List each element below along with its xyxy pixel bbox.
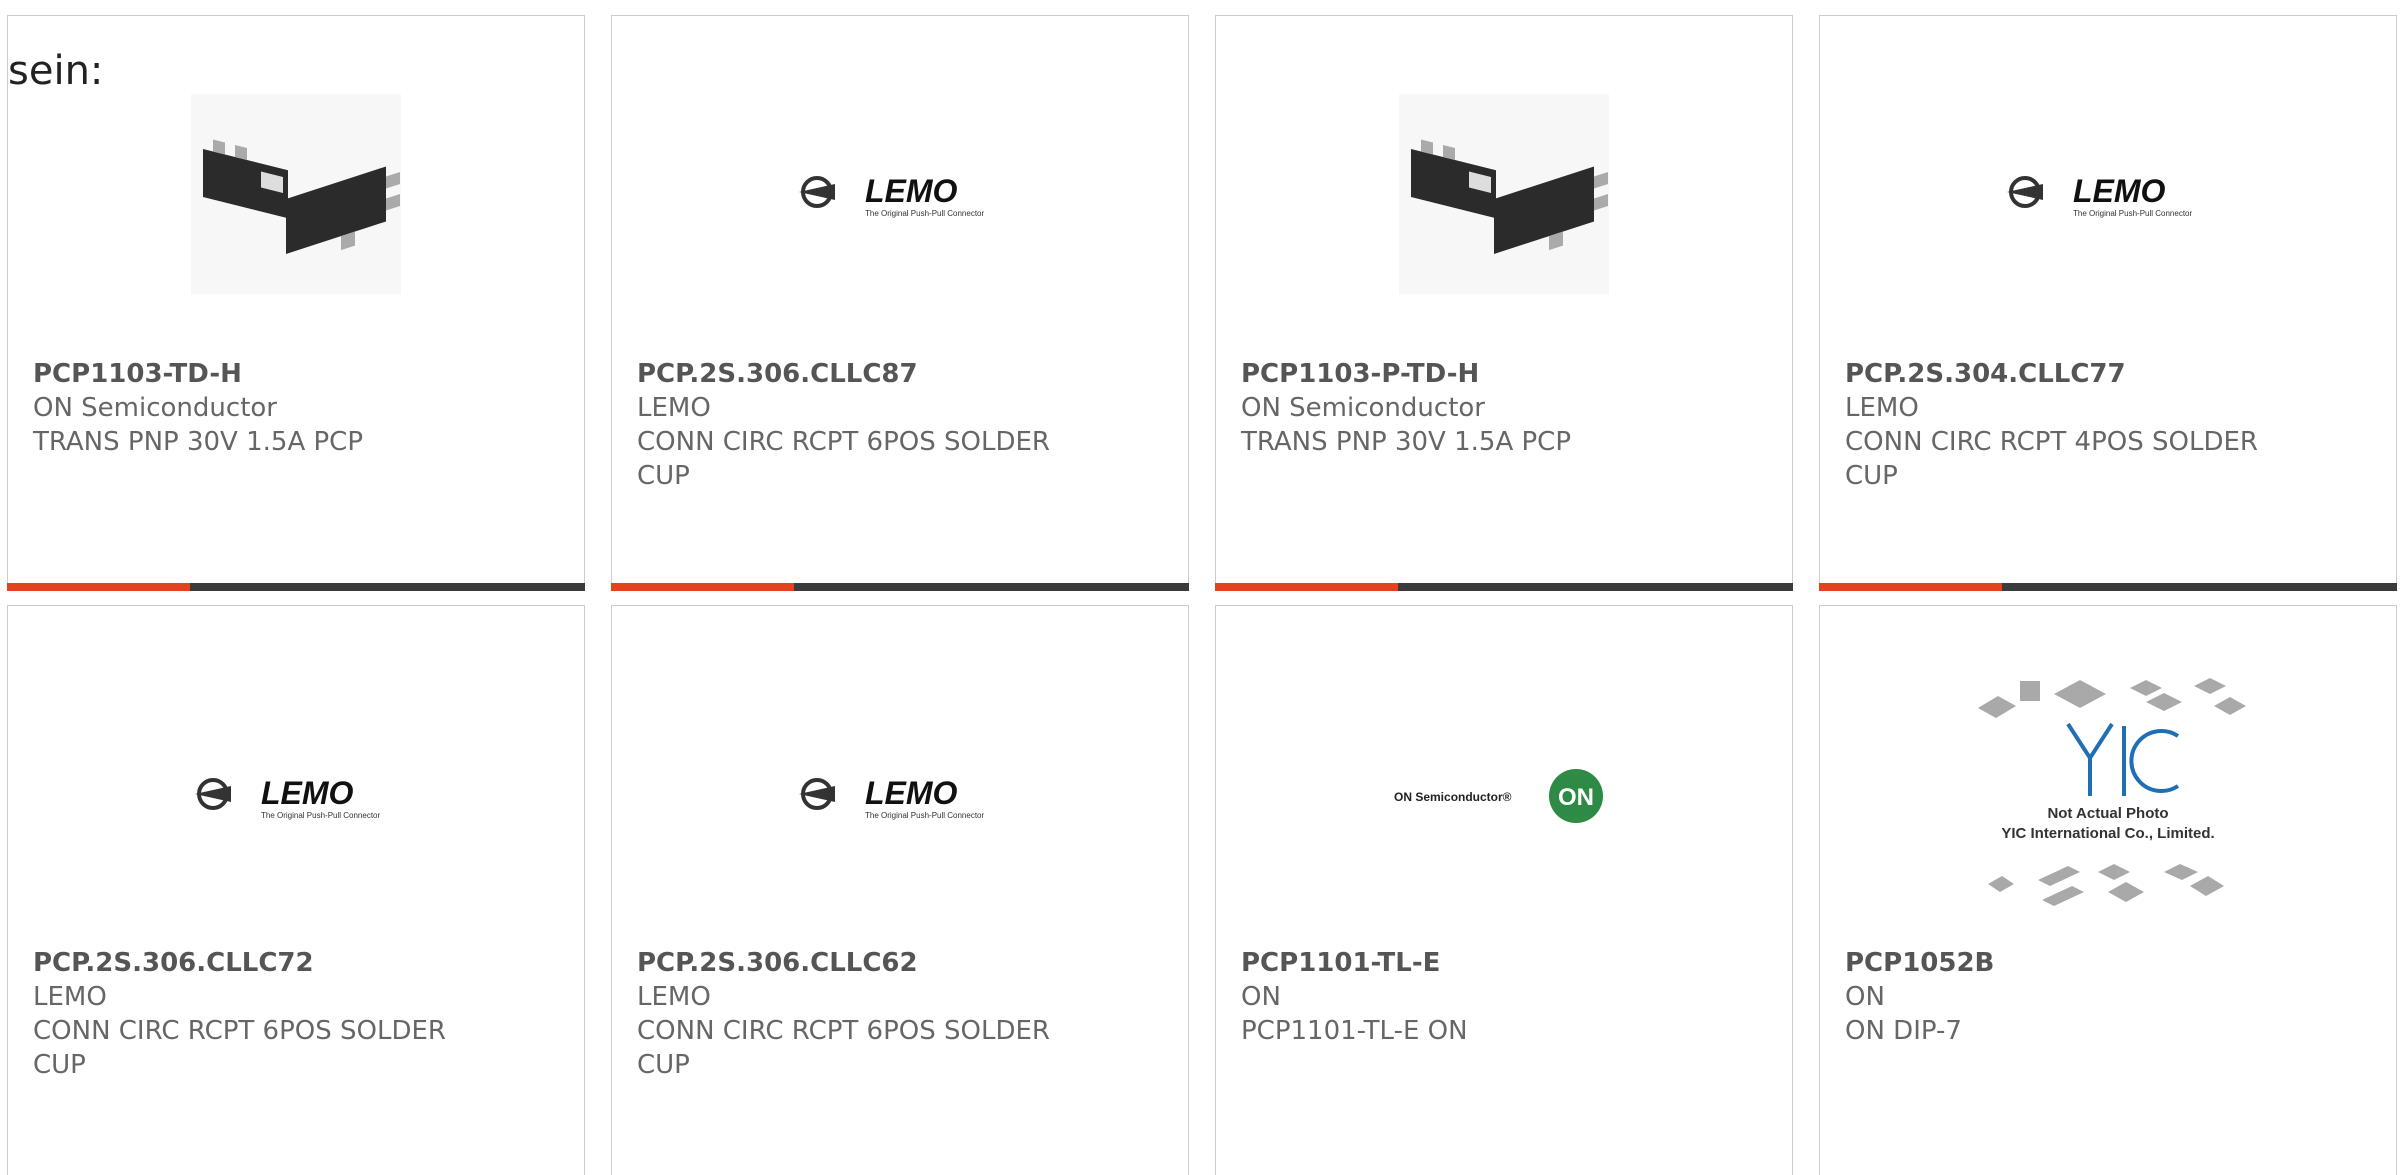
product-image[interactable]: LEMO The Original Push-Pull Connector (1820, 84, 2396, 304)
part-number[interactable]: PCP.2S.306.CLLC62 (637, 948, 918, 978)
product-image[interactable]: LEMO The Original Push-Pull Connector (8, 651, 584, 941)
product-card[interactable]: LEMO The Original Push-Pull Connector PC… (611, 15, 1189, 591)
manufacturer: LEMO (33, 982, 107, 1012)
product-card[interactable]: LEMO The Original Push-Pull Connector PC… (1819, 15, 2397, 591)
svg-text:ON Semiconductor®: ON Semiconductor® (1394, 790, 1512, 804)
product-card[interactable]: Not Actual Photo YIC International Co., … (1819, 605, 2397, 1175)
card-footer-bar (1819, 583, 2397, 591)
manufacturer: ON (1241, 982, 1281, 1012)
product-image[interactable]: LEMO The Original Push-Pull Connector (612, 84, 1188, 304)
product-image[interactable] (1216, 84, 1792, 304)
part-number[interactable]: PCP.2S.306.CLLC87 (637, 359, 918, 389)
description: TRANS PNP 30V 1.5A PCP (1241, 427, 1572, 457)
product-card[interactable]: LEMO The Original Push-Pull Connector PC… (611, 605, 1189, 1175)
product-card[interactable]: LEMO The Original Push-Pull Connector PC… (7, 605, 585, 1175)
part-number[interactable]: PCP1101-TL-E (1241, 948, 1440, 978)
on-semiconductor-logo: ON Semiconductor® ON (1394, 769, 1603, 823)
description: CONN CIRC RCPT 4POS SOLDER CUP (1845, 427, 2258, 491)
card-footer-bar (7, 583, 585, 591)
card-footer-bar (1215, 583, 1793, 591)
description: CONN CIRC RCPT 6POS SOLDER CUP (637, 1016, 1050, 1080)
description: CONN CIRC RCPT 6POS SOLDER CUP (637, 427, 1050, 491)
intro-text: sein: (8, 48, 104, 94)
lemo-logo: LEMO The Original Push-Pull Connector (799, 173, 985, 218)
yic-placeholder-image: Not Actual Photo YIC International Co., … (1978, 678, 2246, 906)
part-number[interactable]: PCP1103-P-TD-H (1241, 359, 1479, 389)
manufacturer: LEMO (1845, 393, 1919, 423)
manufacturer: ON Semiconductor (33, 393, 277, 423)
product-card[interactable]: PCP1103-P-TD-H ON Semiconductor TRANS PN… (1215, 15, 1793, 591)
svg-text:LEMO: LEMO (865, 775, 958, 811)
svg-text:LEMO: LEMO (865, 173, 958, 209)
transistor-package-image (191, 94, 401, 294)
manufacturer: LEMO (637, 982, 711, 1012)
description: TRANS PNP 30V 1.5A PCP (33, 427, 364, 457)
manufacturer: ON Semiconductor (1241, 393, 1485, 423)
product-card[interactable]: ON Semiconductor® ON PCP1101-TL-E ON PCP… (1215, 605, 1793, 1175)
transistor-package-image (1399, 94, 1609, 294)
part-number[interactable]: PCP1052B (1845, 948, 1994, 978)
svg-text:The Original Push-Pull Connect: The Original Push-Pull Connector (865, 811, 985, 820)
description: CONN CIRC RCPT 6POS SOLDER CUP (33, 1016, 446, 1080)
product-image[interactable] (8, 84, 584, 304)
svg-text:The Original Push-Pull Connect: The Original Push-Pull Connector (2073, 209, 2193, 218)
svg-text:LEMO: LEMO (2073, 173, 2166, 209)
product-image[interactable]: LEMO The Original Push-Pull Connector (612, 651, 1188, 941)
svg-text:The Original Push-Pull Connect: The Original Push-Pull Connector (261, 811, 381, 820)
description: PCP1101-TL-E ON (1241, 1016, 1468, 1046)
svg-text:ON: ON (1558, 784, 1594, 811)
product-image[interactable]: ON Semiconductor® ON (1216, 651, 1792, 941)
part-number[interactable]: PCP1103-TD-H (33, 359, 242, 389)
lemo-logo: LEMO The Original Push-Pull Connector (195, 775, 381, 820)
svg-text:LEMO: LEMO (261, 775, 354, 811)
card-footer-bar (611, 583, 1189, 591)
svg-text:YIC International Co., Limited: YIC International Co., Limited. (2001, 825, 2214, 842)
description: ON DIP-7 (1845, 1016, 1962, 1046)
svg-text:Not Actual Photo: Not Actual Photo (2047, 805, 2168, 822)
part-number[interactable]: PCP.2S.304.CLLC77 (1845, 359, 2126, 389)
lemo-logo: LEMO The Original Push-Pull Connector (2007, 173, 2193, 218)
svg-text:The Original Push-Pull Connect: The Original Push-Pull Connector (865, 209, 985, 218)
product-card[interactable]: PCP1103-TD-H ON Semiconductor TRANS PNP … (7, 15, 585, 591)
part-number[interactable]: PCP.2S.306.CLLC72 (33, 948, 314, 978)
product-image[interactable]: Not Actual Photo YIC International Co., … (1820, 651, 2396, 941)
manufacturer: ON (1845, 982, 1885, 1012)
lemo-logo: LEMO The Original Push-Pull Connector (799, 775, 985, 820)
manufacturer: LEMO (637, 393, 711, 423)
